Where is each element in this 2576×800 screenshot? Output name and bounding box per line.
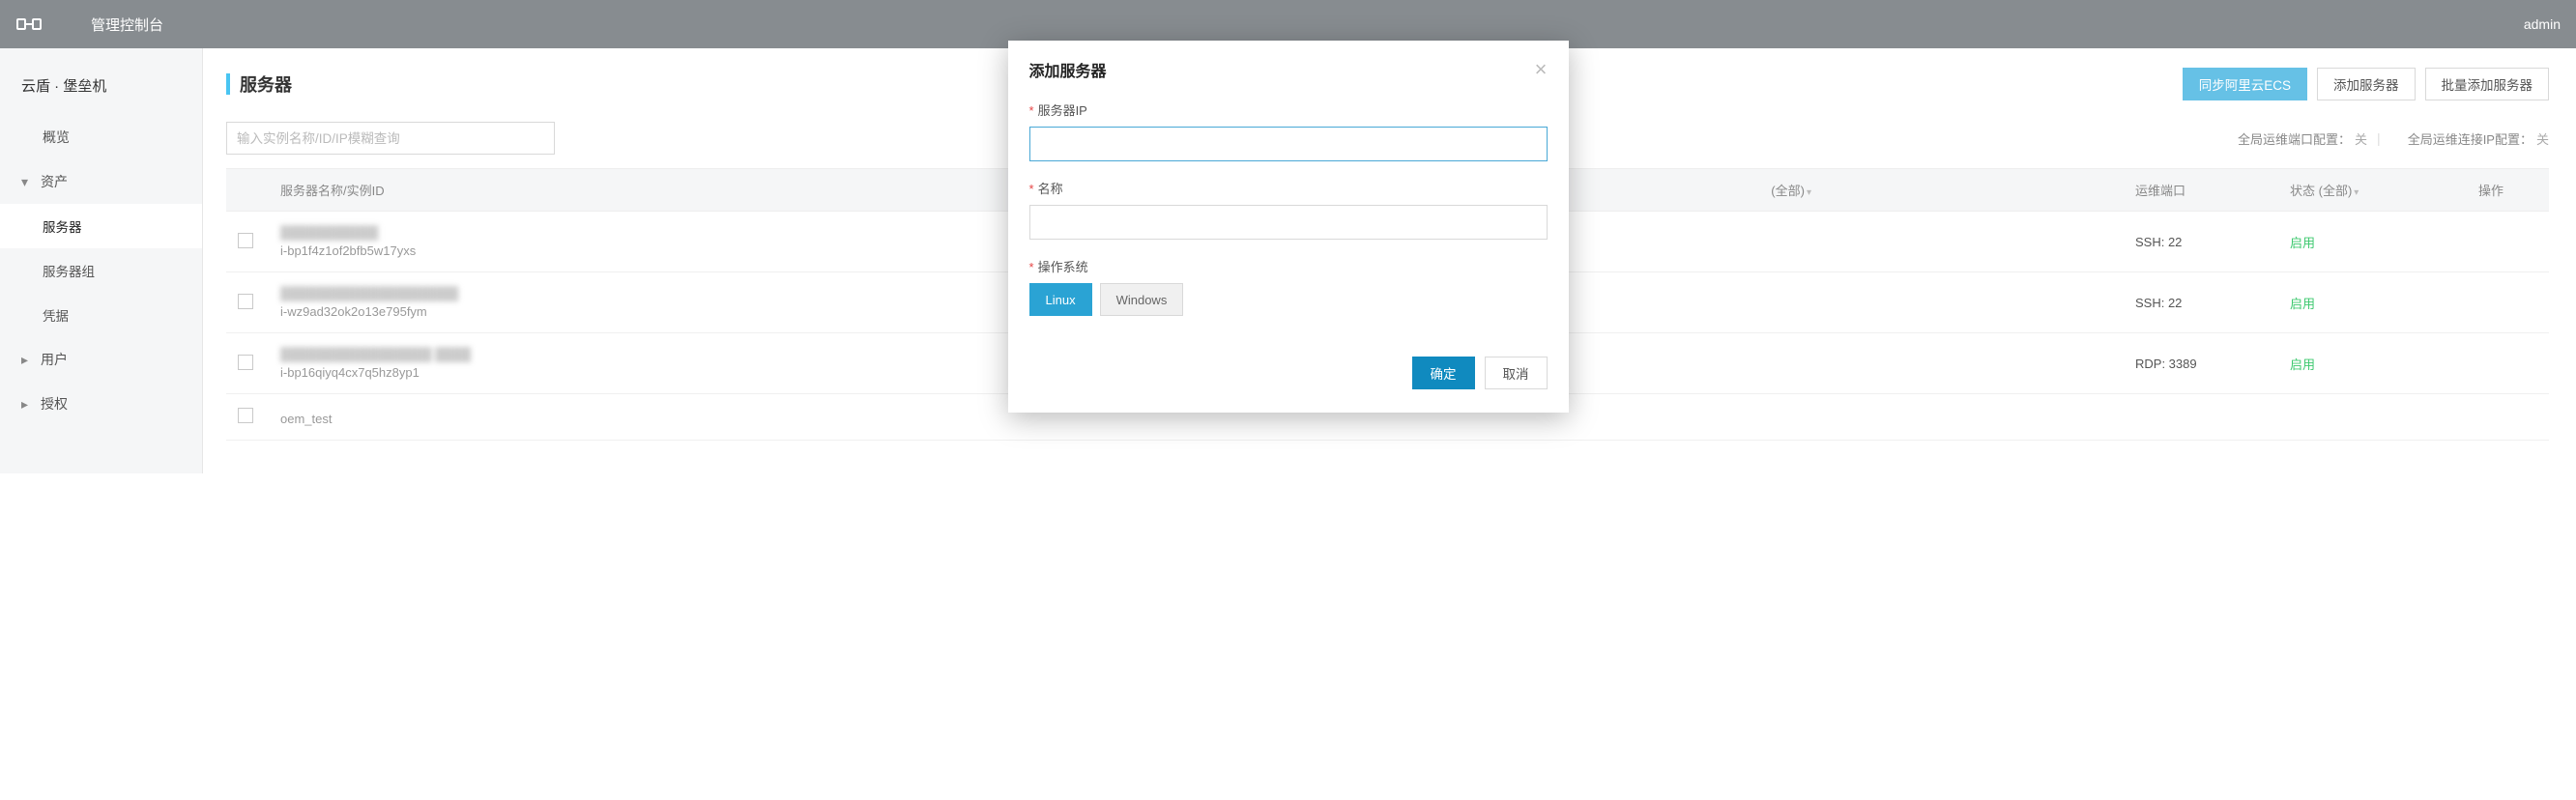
port-cell: [2124, 394, 2278, 441]
server-name-blurred: ████████████████████: [280, 286, 458, 300]
header-region[interactable]: (全部)▾: [1759, 169, 2124, 212]
sidebar-item-label: 授权: [41, 394, 68, 414]
field-label-name: *名称: [1029, 179, 1548, 197]
close-icon[interactable]: ×: [1535, 59, 1548, 80]
sidebar-item-label: 资产: [41, 172, 68, 191]
product-name: 云盾 · 堡垒机: [0, 58, 202, 115]
sidebar-item-server-groups[interactable]: 服务器组: [0, 248, 202, 293]
search-input[interactable]: [226, 122, 555, 155]
title-accent-bar: [226, 73, 230, 95]
row-checkbox[interactable]: [238, 355, 253, 370]
current-user[interactable]: admin: [2524, 16, 2561, 32]
cancel-button[interactable]: 取消: [1485, 357, 1548, 389]
os-segmented: Linux Windows: [1029, 283, 1548, 316]
add-server-button[interactable]: 添加服务器: [2317, 68, 2416, 100]
port-cell: RDP: 3389: [2124, 333, 2278, 394]
config-label: 全局运维端口配置：: [2238, 132, 2351, 147]
sidebar-item-label: 服务器组: [43, 261, 95, 280]
server-name-blurred: ███████████: [280, 225, 378, 240]
sidebar-item-label: 凭据: [43, 305, 69, 325]
port-cell: SSH: 22: [2124, 272, 2278, 333]
separator: |: [2377, 130, 2381, 146]
caret-right-icon: ▸: [21, 396, 35, 413]
caret-down-icon: ▾: [21, 174, 35, 190]
port-cell: SSH: 22: [2124, 212, 2278, 272]
sidebar-item-label: 用户: [41, 350, 68, 369]
header-checkbox[interactable]: [226, 169, 269, 212]
global-port-config[interactable]: 全局运维端口配置： 关: [2238, 129, 2367, 148]
ok-button[interactable]: 确定: [1412, 357, 1475, 389]
sidebar: 云盾 · 堡垒机 概览 ▾ 资产 服务器 服务器组 凭据 ▸ 用户 ▸ 授权: [0, 48, 203, 473]
field-label-os: *操作系统: [1029, 257, 1548, 275]
row-checkbox[interactable]: [238, 233, 253, 248]
caret-right-icon: ▸: [21, 352, 35, 368]
app-title: 管理控制台: [91, 14, 163, 35]
batch-add-server-button[interactable]: 批量添加服务器: [2425, 68, 2550, 100]
required-indicator: *: [1029, 182, 1034, 196]
modal-title: 添加服务器: [1029, 58, 1107, 81]
chevron-down-icon: ▾: [1807, 187, 1811, 198]
sync-ecs-button[interactable]: 同步阿里云ECS: [2183, 68, 2307, 100]
instance-id: oem_test: [280, 412, 1482, 426]
status-cell: 启用: [2290, 297, 2315, 311]
os-option-windows[interactable]: Windows: [1100, 283, 1184, 316]
server-ip-input[interactable]: [1029, 127, 1548, 161]
chevron-down-icon: ▾: [2354, 187, 2359, 198]
required-indicator: *: [1029, 260, 1034, 274]
add-server-modal: 添加服务器 × *服务器IP *名称 *操作系统 Linux Windows: [1008, 41, 1569, 413]
status-cell: 启用: [2290, 236, 2315, 250]
sidebar-item-label: 服务器: [43, 216, 82, 236]
page-title: 服务器: [240, 71, 292, 97]
server-name-blurred: █████████████████ ████: [280, 347, 471, 361]
sidebar-item-servers[interactable]: 服务器: [0, 204, 202, 248]
server-name-input[interactable]: [1029, 205, 1548, 240]
sidebar-item-credentials[interactable]: 凭据: [0, 293, 202, 337]
field-label-server-ip: *服务器IP: [1029, 100, 1548, 119]
sidebar-item-assets[interactable]: ▾ 资产: [0, 159, 202, 204]
row-checkbox[interactable]: [238, 408, 253, 423]
global-ip-config[interactable]: 全局运维连接IP配置：关: [2408, 129, 2549, 148]
header-port[interactable]: 运维端口: [2124, 169, 2278, 212]
sidebar-item-users[interactable]: ▸ 用户: [0, 337, 202, 382]
required-indicator: *: [1029, 103, 1034, 118]
row-checkbox[interactable]: [238, 294, 253, 309]
sidebar-item-label: 概览: [43, 128, 70, 147]
config-value: 关: [2355, 132, 2367, 147]
sidebar-item-authorize[interactable]: ▸ 授权: [0, 382, 202, 426]
os-option-linux[interactable]: Linux: [1029, 283, 1092, 316]
header-ops: 操作: [2433, 169, 2549, 212]
config-value: 关: [2536, 132, 2549, 147]
header-status[interactable]: 状态 (全部)▾: [2278, 169, 2433, 212]
sidebar-item-overview[interactable]: 概览: [0, 115, 202, 159]
config-label: 全局运维连接IP配置：: [2408, 132, 2533, 147]
status-cell: 启用: [2290, 357, 2315, 372]
logo-icon: [15, 11, 43, 38]
header-blank: [1627, 169, 1760, 212]
